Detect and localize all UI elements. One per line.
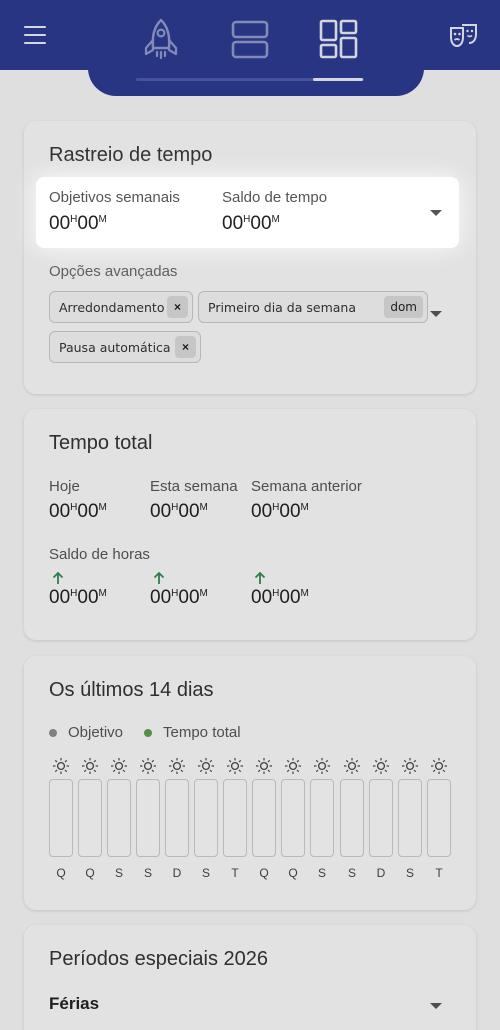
day-letter: T	[231, 866, 239, 880]
tracking-title: Rastreio de tempo	[49, 144, 213, 166]
today-value: 00H00M	[49, 501, 107, 522]
day-letter: D	[376, 866, 386, 880]
day-letter: S	[114, 866, 123, 880]
day-bar	[310, 779, 334, 857]
vacation-label[interactable]: Férias	[49, 994, 99, 1014]
sun-icon	[344, 758, 360, 774]
day-letter: D	[172, 866, 182, 880]
vacation-dropdown-icon[interactable]	[430, 1003, 442, 1009]
day-letter: Q	[259, 866, 269, 880]
balance-last-week-value: 00H00M	[251, 587, 309, 608]
balance-today-value: 00H00M	[49, 587, 107, 608]
first-day-chip[interactable]: Primeiro dia da semana dom	[198, 291, 428, 323]
time-balance-label: Saldo de tempo	[222, 189, 328, 206]
weekly-goals-value: 00H00M	[49, 213, 107, 234]
sun-icon	[373, 758, 389, 774]
sun-icon	[198, 758, 214, 774]
total-time-title: Tempo total	[49, 432, 153, 454]
day-letter: S	[201, 866, 210, 880]
day-letter: Q	[56, 866, 66, 880]
balance-week-value: 00H00M	[150, 587, 208, 608]
day-bar	[398, 779, 422, 857]
tracking-card: Rastreio de tempo Opções avançadas Arred…	[24, 121, 476, 394]
sun-icon	[285, 758, 301, 774]
time-balance-value: 00H00M	[222, 213, 280, 234]
arrow-up-icon	[254, 571, 266, 584]
day-bar	[252, 779, 276, 857]
goal-legend-label: Objetivo	[68, 724, 124, 741]
day-letter: S	[405, 866, 414, 880]
theatre-masks-icon[interactable]	[448, 22, 480, 52]
arrow-up-icon	[52, 571, 64, 584]
rounding-chip[interactable]: Arredondamento ×	[49, 291, 193, 323]
day-bar	[78, 779, 102, 857]
day-bar	[369, 779, 393, 857]
special-periods-card: Períodos especiais 2026 Férias	[24, 925, 476, 1030]
last-14-days-card: Os últimos 14 dias Objetivo Tempo total …	[24, 656, 476, 910]
today-label: Hoje	[49, 478, 80, 495]
auto-pause-remove-icon[interactable]: ×	[175, 336, 196, 358]
last-14-days-title: Os últimos 14 dias	[49, 679, 214, 701]
auto-pause-chip-label: Pausa automática	[59, 339, 171, 355]
day-bar	[427, 779, 451, 857]
arrow-up-icon	[153, 571, 165, 584]
sun-icon	[256, 758, 272, 774]
sun-icon	[111, 758, 127, 774]
advanced-options-label: Opções avançadas	[49, 263, 178, 280]
sun-icon	[169, 758, 185, 774]
goals-summary-panel[interactable]: Objetivos semanais Saldo de tempo 00H00M…	[36, 177, 459, 248]
day-letter: Q	[288, 866, 298, 880]
this-week-label: Esta semana	[150, 478, 238, 495]
sun-icon	[227, 758, 243, 774]
goals-dropdown-icon[interactable]	[430, 210, 442, 216]
day-letter: S	[347, 866, 356, 880]
day-bar	[281, 779, 305, 857]
sun-icon	[402, 758, 418, 774]
day-letter: Q	[85, 866, 95, 880]
total-time-card: Tempo total Hoje Esta semana Semana ante…	[24, 409, 476, 640]
day-bar	[49, 779, 73, 857]
rounding-remove-icon[interactable]: ×	[167, 296, 188, 318]
day-letter: S	[317, 866, 326, 880]
nav-indicator-active	[313, 78, 363, 81]
sun-icon	[53, 758, 69, 774]
special-periods-title: Períodos especiais 2026	[49, 948, 269, 970]
sun-icon	[431, 758, 447, 774]
sun-icon	[140, 758, 156, 774]
day-bar	[194, 779, 218, 857]
total-legend-dot	[144, 729, 152, 737]
weekly-goals-label: Objetivos semanais	[49, 189, 180, 206]
hours-balance-label: Saldo de horas	[49, 546, 150, 563]
auto-pause-chip[interactable]: Pausa automática ×	[49, 331, 201, 363]
this-week-value: 00H00M	[150, 501, 208, 522]
advanced-options-dropdown-icon[interactable]	[430, 311, 442, 317]
day-bar	[340, 779, 364, 857]
day-bar	[165, 779, 189, 857]
rounding-chip-label: Arredondamento	[59, 299, 165, 315]
sun-icon	[82, 758, 98, 774]
menu-icon[interactable]	[24, 26, 46, 44]
day-letter: T	[435, 866, 443, 880]
day-bar	[136, 779, 160, 857]
sun-icon	[314, 758, 330, 774]
goal-legend-dot	[49, 729, 57, 737]
day-letter: S	[143, 866, 152, 880]
dashboard-icon[interactable]	[318, 18, 360, 60]
last-week-value: 00H00M	[251, 501, 309, 522]
first-day-value[interactable]: dom	[384, 296, 423, 318]
list-view-icon[interactable]	[230, 18, 270, 60]
daily-chart: QQSSDSTQQSSDST	[49, 757, 453, 887]
first-day-chip-label: Primeiro dia da semana	[208, 299, 356, 315]
day-bar	[107, 779, 131, 857]
total-legend-label: Tempo total	[163, 724, 241, 741]
last-week-label: Semana anterior	[251, 478, 362, 495]
rocket-icon[interactable]	[142, 18, 180, 60]
day-bar	[223, 779, 247, 857]
